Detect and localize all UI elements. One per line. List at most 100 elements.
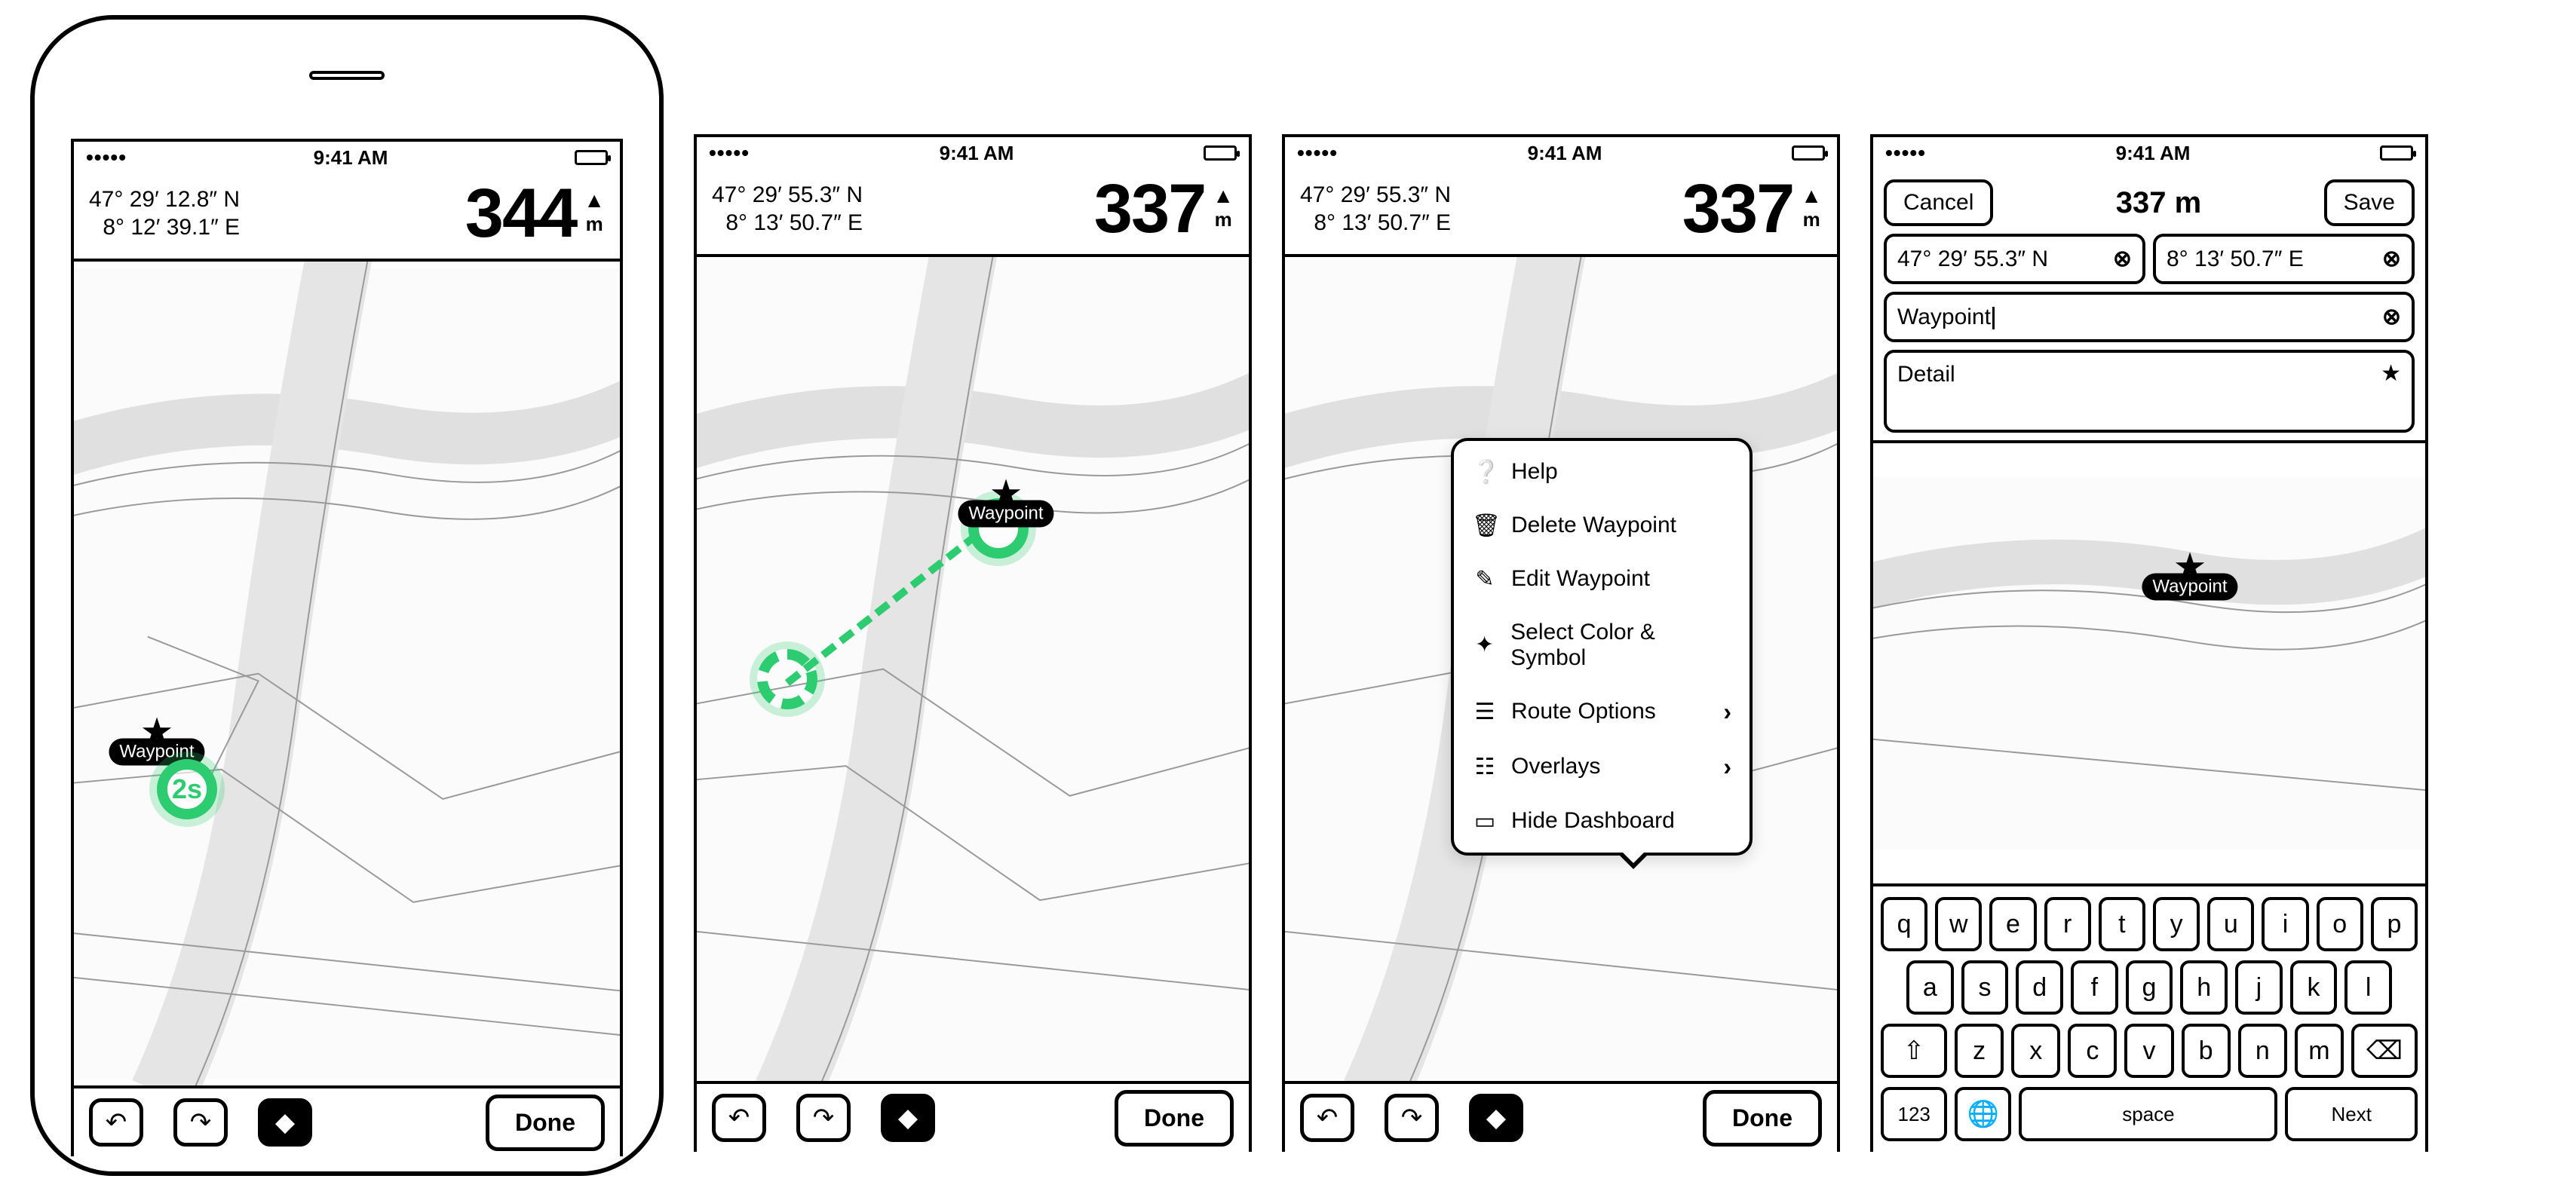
menu-label: Delete Waypoint — [1511, 513, 1676, 538]
menu-edit-waypoint[interactable]: ✎ Edit Waypoint — [1454, 553, 1750, 606]
latitude-field[interactable]: 47° 29′ 55.3″ N ⊗ — [1884, 234, 2145, 284]
menu-hide-dashboard[interactable]: ▭ Hide Dashboard — [1454, 795, 1750, 848]
coordinates: 47° 29′ 55.3″ N 8° 13′ 50.7″ E — [1300, 181, 1451, 237]
battery-icon — [1204, 145, 1237, 161]
key-x[interactable]: x — [2011, 1024, 2060, 1078]
key-o[interactable]: o — [2317, 897, 2363, 951]
elevation-value: 337 — [1682, 178, 1794, 240]
key-f[interactable]: f — [2071, 960, 2118, 1015]
key-c[interactable]: c — [2068, 1024, 2117, 1078]
key-k[interactable]: k — [2290, 960, 2338, 1015]
key-n[interactable]: n — [2238, 1024, 2287, 1078]
key-w[interactable]: w — [1935, 897, 1982, 951]
done-button[interactable]: Done — [486, 1095, 605, 1151]
elevation-unit: m — [1803, 208, 1820, 231]
key-i[interactable]: i — [2262, 897, 2308, 951]
key-next[interactable]: Next — [2285, 1087, 2418, 1141]
key-t[interactable]: t — [2099, 897, 2145, 951]
menu-delete-waypoint[interactable]: 🗑 Delete Waypoint — [1454, 499, 1750, 553]
key-numbers[interactable]: 123 — [1881, 1087, 1947, 1141]
key-p[interactable]: p — [2371, 897, 2418, 951]
undo-button[interactable]: ↶ — [1300, 1094, 1354, 1142]
undo-button[interactable]: ↶ — [712, 1094, 766, 1142]
key-d[interactable]: d — [2016, 960, 2063, 1015]
dashboard: 47° 29′ 55.3″ N 8° 13′ 50.7″ E 337 ▲ m — [697, 169, 1249, 257]
clear-icon[interactable]: ⊗ — [2382, 304, 2401, 330]
latitude: 47° 29′ 55.3″ N — [1300, 181, 1451, 210]
keyboard: q w e r t y u i o p a s d f g h j k l ⇧ … — [1873, 883, 2425, 1152]
key-q[interactable]: q — [1881, 897, 1927, 951]
key-v[interactable]: v — [2124, 1024, 2173, 1078]
done-button[interactable]: Done — [1703, 1090, 1822, 1147]
menu-label: Route Options — [1511, 699, 1656, 724]
signal-dots: ••••• — [709, 141, 750, 165]
bottom-toolbar: ↶ ↷ ◆ Done — [1285, 1081, 1837, 1152]
cancel-button[interactable]: Cancel — [1884, 179, 1993, 226]
key-m[interactable]: m — [2295, 1024, 2344, 1078]
context-menu: ❔ Help 🗑 Delete Waypoint ✎ Edit Waypoint… — [1451, 438, 1753, 856]
key-globe[interactable]: 🌐 — [1955, 1087, 2011, 1141]
map-view[interactable]: ★ Waypoint 2s — [74, 262, 620, 1085]
map-terrain — [1873, 443, 2425, 883]
detail-placeholder: Detail — [1897, 362, 1955, 387]
menu-help[interactable]: ❔ Help — [1454, 445, 1750, 499]
key-r[interactable]: r — [2044, 897, 2091, 951]
waypoint-marker[interactable]: ★ Waypoint — [2142, 558, 2237, 601]
key-y[interactable]: y — [2153, 897, 2200, 951]
waypoint-marker[interactable]: ★ Waypoint — [958, 484, 1053, 527]
key-a[interactable]: a — [1906, 960, 1954, 1015]
key-b[interactable]: b — [2182, 1024, 2231, 1078]
latitude: 47° 29′ 12.8″ N — [89, 185, 240, 214]
long-press-ring[interactable]: 2s — [157, 759, 217, 819]
bottom-toolbar: ↶ ↷ ◆ Done — [74, 1085, 620, 1156]
key-g[interactable]: g — [2126, 960, 2173, 1015]
key-z[interactable]: z — [1955, 1024, 2004, 1078]
mountain-icon: ▲ — [1213, 184, 1234, 208]
battery-icon — [575, 150, 608, 165]
map-view[interactable]: ❔ Help 🗑 Delete Waypoint ✎ Edit Waypoint… — [1285, 257, 1837, 1081]
redo-button[interactable]: ↷ — [796, 1094, 851, 1142]
longitude-field[interactable]: 8° 13′ 50.7″ E ⊗ — [2153, 234, 2415, 284]
redo-button[interactable]: ↷ — [1385, 1094, 1439, 1142]
elevation-value: 337 — [1094, 178, 1206, 240]
menu-select-color-symbol[interactable]: ✦ Select Color & Symbol — [1454, 606, 1750, 684]
menu-route-options[interactable]: ☰ Route Options › — [1454, 684, 1750, 739]
clear-icon[interactable]: ⊗ — [2382, 246, 2401, 272]
key-backspace[interactable]: ⌫ — [2351, 1024, 2418, 1078]
key-u[interactable]: u — [2207, 897, 2254, 951]
mountain-icon: ▲ — [584, 188, 605, 213]
detail-field[interactable]: Detail ★ — [1884, 350, 2415, 433]
done-button[interactable]: Done — [1115, 1090, 1234, 1147]
menu-label: Overlays — [1511, 754, 1600, 779]
edit-title: 337 m — [2116, 186, 2201, 220]
star-icon[interactable]: ★ — [2381, 360, 2401, 387]
undo-button[interactable]: ↶ — [89, 1098, 143, 1147]
redo-button[interactable]: ↷ — [173, 1098, 228, 1147]
map-view[interactable]: ★ Waypoint — [1873, 440, 2425, 883]
key-space[interactable]: space — [2019, 1087, 2277, 1141]
name-field[interactable]: Waypoint ⊗ — [1884, 292, 2415, 342]
phone-frame: ••••• 9:41 AM 47° 29′ 12.8″ N 8° 12′ 39.… — [30, 15, 664, 1176]
sliders-icon: ☰ — [1472, 699, 1498, 725]
menu-label: Select Color & Symbol — [1510, 620, 1731, 671]
marker-mode-button[interactable]: ◆ — [881, 1094, 935, 1142]
clear-icon[interactable]: ⊗ — [2113, 246, 2132, 272]
menu-label: Hide Dashboard — [1511, 808, 1675, 834]
elevation-value: 344 — [465, 182, 577, 245]
elevation: 337 ▲ m — [1094, 178, 1234, 240]
text-cursor — [1992, 307, 1995, 329]
marker-mode-button[interactable]: ◆ — [1469, 1094, 1523, 1142]
key-e[interactable]: e — [1989, 897, 2036, 951]
menu-overlays[interactable]: ☷ Overlays › — [1454, 739, 1750, 795]
layers-icon: ☷ — [1472, 754, 1498, 780]
key-h[interactable]: h — [2180, 960, 2228, 1015]
key-l[interactable]: l — [2344, 960, 2392, 1015]
marker-mode-button[interactable]: ◆ — [258, 1098, 312, 1147]
save-button[interactable]: Save — [2324, 179, 2415, 226]
menu-label: Edit Waypoint — [1511, 566, 1650, 592]
latitude-value: 47° 29′ 55.3″ N — [1897, 246, 2048, 272]
key-j[interactable]: j — [2235, 960, 2283, 1015]
key-s[interactable]: s — [1961, 960, 2009, 1015]
key-shift[interactable]: ⇧ — [1881, 1024, 1947, 1078]
map-view[interactable]: ★ Waypoint — [697, 257, 1249, 1081]
